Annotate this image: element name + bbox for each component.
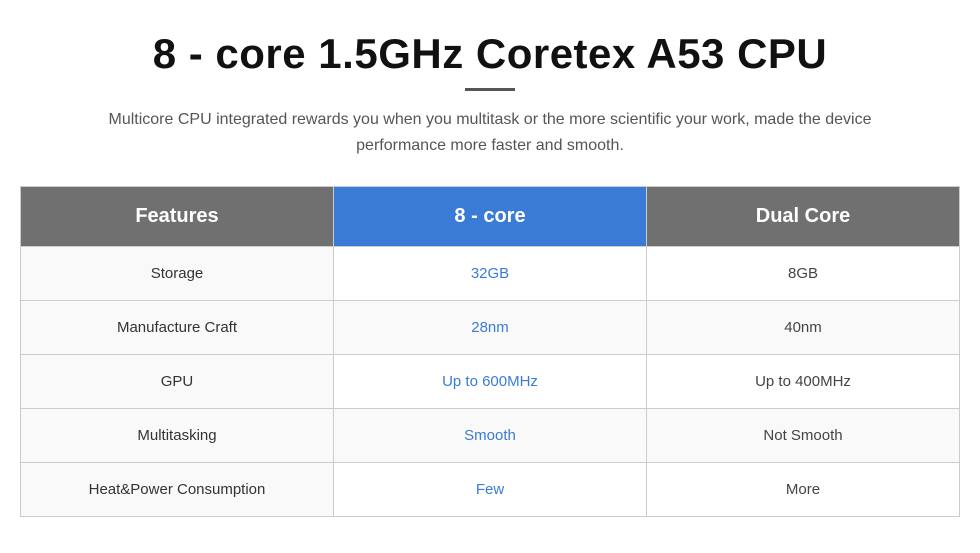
row-value-dual: More <box>647 463 960 517</box>
table-row: Heat&Power ConsumptionFewMore <box>21 463 960 517</box>
row-value-8core: Smooth <box>334 409 647 463</box>
row-value-8core: Up to 600MHz <box>334 355 647 409</box>
col-header-8core: 8 - core <box>334 187 647 247</box>
row-value-dual: 8GB <box>647 247 960 301</box>
table-row: GPUUp to 600MHzUp to 400MHz <box>21 355 960 409</box>
row-value-dual: Not Smooth <box>647 409 960 463</box>
col-header-features: Features <box>21 187 334 247</box>
row-value-8core: 28nm <box>334 301 647 355</box>
row-label: Storage <box>21 247 334 301</box>
col-header-dual: Dual Core <box>647 187 960 247</box>
comparison-table: Features 8 - core Dual Core Storage32GB8… <box>20 186 960 517</box>
row-label: Manufacture Craft <box>21 301 334 355</box>
row-value-dual: Up to 400MHz <box>647 355 960 409</box>
page-subtitle: Multicore CPU integrated rewards you whe… <box>100 107 880 158</box>
table-row: Storage32GB8GB <box>21 247 960 301</box>
row-value-dual: 40nm <box>647 301 960 355</box>
row-label: GPU <box>21 355 334 409</box>
table-row: MultitaskingSmoothNot Smooth <box>21 409 960 463</box>
row-label: Multitasking <box>21 409 334 463</box>
row-value-8core: 32GB <box>334 247 647 301</box>
row-label: Heat&Power Consumption <box>21 463 334 517</box>
title-divider <box>465 88 515 91</box>
page-title: 8 - core 1.5GHz Coretex A53 CPU <box>153 30 828 78</box>
row-value-8core: Few <box>334 463 647 517</box>
table-row: Manufacture Craft28nm40nm <box>21 301 960 355</box>
